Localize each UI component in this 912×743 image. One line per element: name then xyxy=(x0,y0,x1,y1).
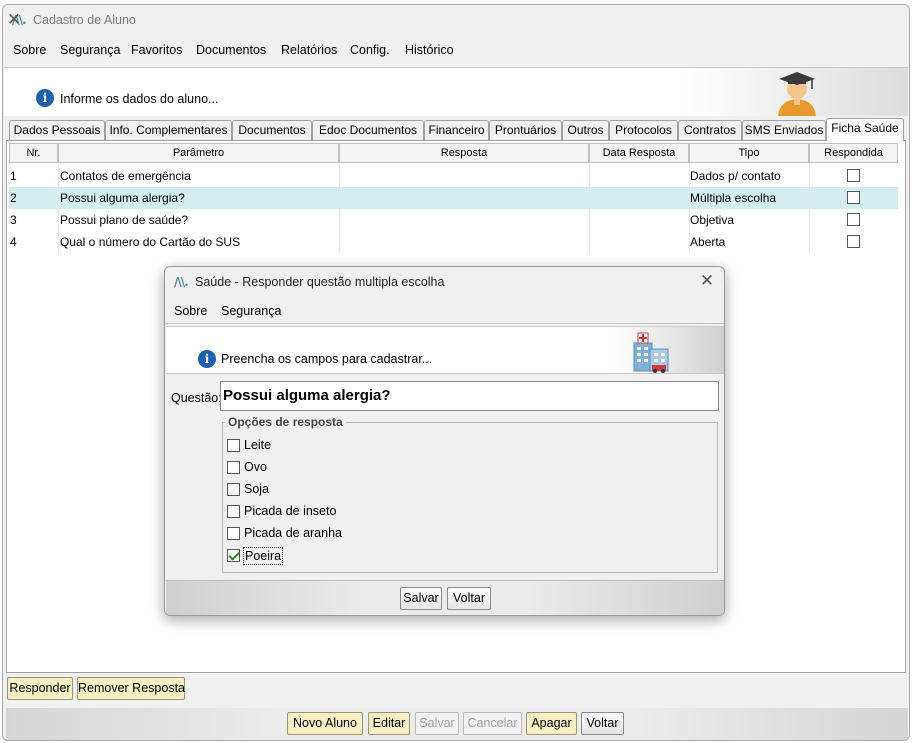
title-bar: /\\. Cadastro de Aluno ✕ xyxy=(3,5,909,35)
cell-tipo: Aberta xyxy=(690,235,726,249)
menu-sobre[interactable]: Sobre xyxy=(174,304,207,318)
novo-aluno-button[interactable]: Novo Aluno xyxy=(287,712,363,735)
respondida-checkbox[interactable] xyxy=(847,235,860,248)
tab-strip: Dados Pessoais Info. Complementares Docu… xyxy=(7,118,907,141)
respondida-checkbox[interactable] xyxy=(847,191,860,204)
dialog-info-text: Preencha os campos para cadastrar... xyxy=(221,352,433,366)
col-data-resposta[interactable]: Data Resposta xyxy=(589,143,689,163)
remover-resposta-button[interactable]: Remover Resposta xyxy=(77,677,185,700)
option-label: Poeira xyxy=(243,547,284,565)
cell-tipo: Objetiva xyxy=(690,213,735,227)
cancelar-button[interactable]: Cancelar xyxy=(463,712,522,735)
col-parametro[interactable]: Parâmetro xyxy=(58,143,339,163)
cell-tipo: Dados p/ contato xyxy=(690,169,781,183)
col-resposta[interactable]: Resposta xyxy=(339,143,589,163)
tab-prontuarios[interactable]: Prontuários xyxy=(489,120,562,140)
info-panel: i Informe os dados do aluno... xyxy=(4,67,908,116)
option-checkbox[interactable] xyxy=(227,483,240,496)
voltar-button[interactable]: Voltar xyxy=(581,712,624,735)
tab-protocolos[interactable]: Protocolos xyxy=(609,120,678,140)
tab-edoc-documentos[interactable]: Edoc Documentos xyxy=(312,120,424,140)
col-respondida[interactable]: Respondida xyxy=(809,143,898,163)
window-title: Cadastro de Aluno xyxy=(33,13,136,27)
close-icon[interactable]: ✕ xyxy=(3,9,25,31)
dialog-menu-bar: Sobre Segurança xyxy=(165,300,724,324)
menu-documentos[interactable]: Documentos xyxy=(196,43,266,57)
dialog-info-panel: i Preencha os campos para cadastrar... xyxy=(166,326,724,374)
app-logo-icon: /\\. xyxy=(174,275,189,289)
menu-sobre[interactable]: Sobre xyxy=(13,43,46,57)
info-icon: i xyxy=(36,89,54,107)
hospital-icon xyxy=(633,332,669,373)
options-legend: Opções de resposta xyxy=(225,415,346,429)
cell-nr: 3 xyxy=(10,213,17,227)
option-checkbox[interactable] xyxy=(227,461,240,474)
option-label: Soja xyxy=(244,482,270,496)
menu-historico[interactable]: Histórico xyxy=(405,43,454,57)
close-icon[interactable]: ✕ xyxy=(696,270,718,292)
menu-favoritos[interactable]: Favoritos xyxy=(131,43,182,57)
dialog-title: Saúde - Responder questão multipla escol… xyxy=(195,275,445,289)
editar-button[interactable]: Editar xyxy=(368,712,410,735)
tab-contratos[interactable]: Contratos xyxy=(678,120,742,140)
dialog-footer: Salvar Voltar xyxy=(166,580,724,615)
options-group: Leite Ovo Soja Picada de inseto Picada d… xyxy=(222,422,718,573)
tab-financeiro[interactable]: Financeiro xyxy=(424,120,489,140)
salvar-button[interactable]: Salvar xyxy=(415,712,459,735)
menu-seguranca[interactable]: Segurança xyxy=(221,304,281,318)
option-checkbox[interactable] xyxy=(227,527,240,540)
menu-bar: Sobre Segurança Favoritos Documentos Rel… xyxy=(3,39,909,61)
cell-nr: 4 xyxy=(10,235,17,249)
bottom-action-bar: Novo Aluno Editar Salvar Cancelar Apagar… xyxy=(6,708,908,740)
option-label: Ovo xyxy=(244,460,267,474)
dialog-title-bar: /\\. Saúde - Responder questão multipla … xyxy=(165,267,724,297)
option-label: Leite xyxy=(244,438,272,452)
table-row[interactable]: 3 Possui plano de saúde? Objetiva xyxy=(9,209,898,231)
option-label: Picada de aranha xyxy=(244,526,342,540)
table-row[interactable]: 2 Possui alguma alergia? Múltipla escolh… xyxy=(9,187,898,209)
tab-info-complementares[interactable]: Info. Complementares xyxy=(105,120,232,140)
respondida-checkbox[interactable] xyxy=(847,213,860,226)
info-icon: i xyxy=(198,350,216,368)
table-row[interactable]: 1 Contatos de emergência Dados p/ contat… xyxy=(9,165,898,187)
graduate-avatar-icon xyxy=(778,72,816,116)
option-checkbox[interactable] xyxy=(227,549,240,562)
cell-parametro: Contatos de emergência xyxy=(60,169,191,183)
tab-ficha-saude[interactable]: Ficha Saúde xyxy=(826,118,904,141)
option-label: Picada de inseto xyxy=(244,504,337,518)
cell-parametro: Possui alguma alergia? xyxy=(60,191,185,205)
cell-nr: 2 xyxy=(10,191,17,205)
menu-relatorios[interactable]: Relatórios xyxy=(281,43,337,57)
option-checkbox[interactable] xyxy=(227,505,240,518)
cell-nr: 1 xyxy=(10,169,17,183)
tab-outros[interactable]: Outros xyxy=(562,120,609,140)
menu-config[interactable]: Config. xyxy=(350,43,390,57)
responder-button[interactable]: Responder xyxy=(7,677,73,700)
menu-seguranca[interactable]: Segurança xyxy=(60,43,120,57)
tab-dados-pessoais[interactable]: Dados Pessoais xyxy=(9,120,105,140)
cell-parametro: Possui plano de saúde? xyxy=(60,213,189,227)
table-row[interactable]: 4 Qual o número do Cartão do SUS Aberta xyxy=(9,231,898,253)
apagar-button[interactable]: Apagar xyxy=(526,712,577,735)
col-tipo[interactable]: Tipo xyxy=(689,143,809,163)
tab-sms-enviados[interactable]: SMS Enviados xyxy=(742,120,826,140)
col-nr[interactable]: Nr. xyxy=(9,143,58,163)
dialog-voltar-button[interactable]: Voltar xyxy=(447,587,491,610)
respondida-checkbox[interactable] xyxy=(847,169,860,182)
info-text: Informe os dados do aluno... xyxy=(60,92,219,106)
cell-parametro: Qual o número do Cartão do SUS xyxy=(60,235,241,249)
question-label: Questão: xyxy=(171,391,222,405)
dialog-salvar-button[interactable]: Salvar xyxy=(400,587,442,610)
tab-documentos[interactable]: Documentos xyxy=(232,120,312,140)
multiple-choice-dialog: /\\. Saúde - Responder questão multipla … xyxy=(164,266,725,616)
cell-tipo: Múltipla escolha xyxy=(690,191,777,205)
option-checkbox[interactable] xyxy=(227,439,240,452)
question-field[interactable]: Possui alguma alergia? xyxy=(220,381,719,411)
